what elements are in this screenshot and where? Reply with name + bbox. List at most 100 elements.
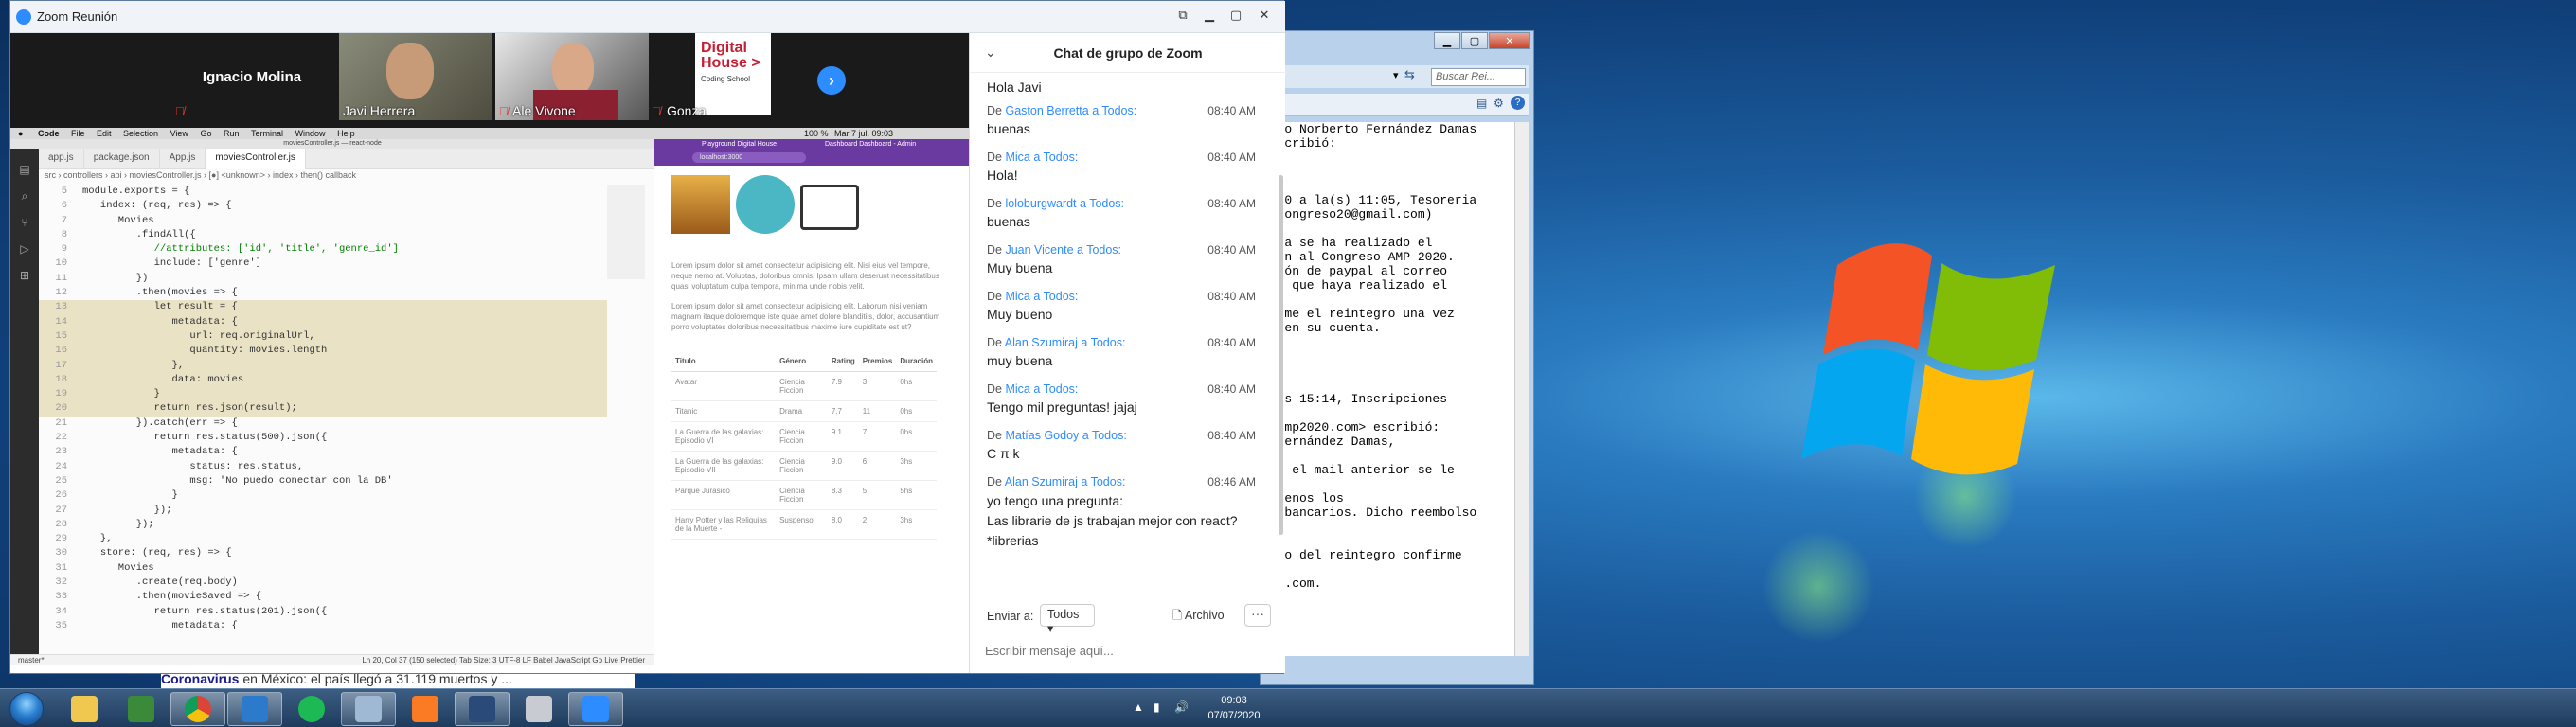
next-participants-button[interactable]: › [817,66,846,95]
logo-line: House > [701,55,760,71]
code-line: 22 return res.status(500).json({ [39,431,607,445]
message-sender: De Gaston Berretta a Todos: 08:40 AM [987,101,1256,120]
refresh-icon[interactable]: ⇆ [1404,67,1415,82]
clock-time: 09:03 [1221,695,1247,706]
system-clock[interactable]: 09:03 07/07/2020 [1201,693,1267,723]
table-header: Rating [827,351,859,372]
table-row: Harry Potter y las Reliquias de la Muert… [671,509,937,540]
table-cell: 9.0 [827,451,859,481]
file-label: Archivo [1184,609,1225,622]
code-text: module.exports = { [82,186,190,197]
email-titlebar[interactable]: ▁ ▢ ✕ [1261,31,1533,52]
sender-name[interactable]: Juan Vicente [1005,243,1073,257]
minimize-button[interactable]: ▁ [1434,32,1460,49]
sender-name[interactable]: Alan Szumiraj [1005,475,1078,488]
chat-message: De Alan Szumiraj a Todos: 08:46 AM yo teng… [970,472,1275,559]
taskbar-app[interactable] [114,692,169,726]
close-button[interactable]: ✕ [1489,32,1530,49]
code-text: .create(req.body) [82,576,238,589]
message-sender: De Mica a Todos: 08:40 AM [987,148,1256,167]
print-icon[interactable]: ▤ [1476,97,1487,110]
taskbar-spotify[interactable] [284,692,339,726]
table-cell: 3hs [896,451,937,481]
code-text: quantity: movies.length [82,345,328,357]
sender-name[interactable]: Matías Godoy [1005,429,1079,442]
message-time: 08:40 AM [1208,104,1256,117]
chat-scrollbar[interactable] [1279,175,1283,535]
tray-arrow-icon[interactable]: ▲ [1133,700,1144,714]
sender-name[interactable]: Mica [1005,290,1029,303]
sender-name[interactable]: Mica [1005,151,1029,164]
zoom-titlebar[interactable]: Zoom Reunión ⧉ ▁ ▢ ✕ [10,1,1285,33]
devices-image [800,185,859,230]
taskbar: ▲ ▮ 🔊 09:03 07/07/2020 [0,688,2576,727]
email-window[interactable]: ▁ ▢ ✕ ▾ ⇆ Buscar Rei... ▤ ⚙ ? ario Norbe… [1260,30,1534,685]
taskbar-explorer[interactable] [57,692,112,726]
table-cell: 3hs [896,509,937,540]
send-to-dropdown[interactable]: Todos ▾ [1040,604,1095,635]
table-cell: Suspenso [776,509,828,540]
chat-message-input[interactable] [985,636,1269,665]
code-text: }, [82,359,185,371]
zoom-window[interactable]: Zoom Reunión ⧉ ▁ ▢ ✕ Ignacio Molina 🎙̸ J… [9,0,1286,674]
code-line: 8 .findAll({ [39,228,607,242]
browser-window: Playground Digital House Dashboard Dashb… [654,139,969,665]
maximize-button[interactable]: ▢ [1461,32,1488,49]
taskbar-vscode[interactable] [227,692,282,726]
table-cell: 5 [858,480,897,510]
clock-date: 07/07/2020 [1208,710,1261,721]
mac-clock: Mar 7 jul. 09:03 [834,129,894,138]
email-scrollbar[interactable] [1514,122,1529,656]
dropdown-arrow-icon[interactable]: ▾ [1393,69,1399,81]
participant-tile[interactable]: Javi Herrera [339,33,492,120]
network-icon[interactable]: ▮ [1154,700,1160,714]
participant-tile[interactable]: 🎙̸ Ale Vivone [495,33,649,120]
sender-name[interactable]: Gaston Berretta [1005,104,1088,117]
more-options-button[interactable]: ··· [1244,604,1271,627]
file-button[interactable]: 🗋 Archivo [1167,604,1230,627]
start-button[interactable] [4,691,49,727]
minimize-button[interactable]: ▁ [1196,6,1223,25]
sender-name[interactable]: loloburgwardt [1005,197,1076,210]
participant-name: Ignacio Molina [202,69,302,85]
vscode-status-bar: master* Ln 20, Col 37 (150 selected) Tab… [10,654,654,665]
taskbar-zoom[interactable] [568,692,623,726]
browser-tabbar: Playground Digital House Dashboard Dashb… [654,139,969,166]
line-number: 16 [55,345,67,357]
close-button[interactable]: ✕ [1251,6,1278,25]
line-number: 26 [55,489,67,502]
message-sender: De Mica a Todos: 08:40 AM [987,380,1256,399]
sender-name[interactable]: Alan Szumiraj [1005,336,1078,349]
participant-tile[interactable]: Ignacio Molina 🎙̸ [171,33,332,120]
code-text: //attributes: ['id', 'title', 'genre_id'… [82,243,399,256]
search-input[interactable]: Buscar Rei... [1431,68,1526,86]
logo-line: Coding School [701,75,751,83]
line-number: 10 [55,257,67,270]
taskbar-app[interactable] [511,692,566,726]
line-number: 23 [55,446,67,458]
mac-menu-item: Window [295,129,326,138]
help-icon[interactable]: ? [1511,96,1525,110]
code-line: 33 .then(movieSaved => { [39,590,607,604]
apple-icon: ● [18,129,24,138]
xampp-icon [412,696,438,722]
taskbar-app[interactable] [341,692,396,726]
git-branch: master* [18,656,45,665]
sender-name[interactable]: Mica [1005,382,1029,396]
movie-poster [671,175,730,234]
volume-icon[interactable]: 🔊 [1174,700,1189,714]
vscode-icon [242,696,268,722]
taskbar-chrome[interactable] [170,692,225,726]
participant-tile[interactable]: Digital House > Coding School 🎙̸ Gonza [652,33,803,120]
taskbar-app[interactable] [455,692,510,726]
from-label: De [987,429,1002,442]
from-label: De [987,336,1002,349]
chat-messages[interactable]: Hola Javi De Gaston Berretta a Todos: 08:… [970,73,1275,603]
send-to-label: Enviar a: [987,610,1034,623]
taskbar-xampp[interactable] [398,692,453,726]
participant-video [386,43,434,99]
source-control-icon: ⑂ [21,216,28,229]
maximize-button[interactable]: ▢ [1223,6,1249,25]
restore-button[interactable]: ⧉ [1170,6,1196,25]
tools-icon[interactable]: ⚙ [1494,97,1504,110]
